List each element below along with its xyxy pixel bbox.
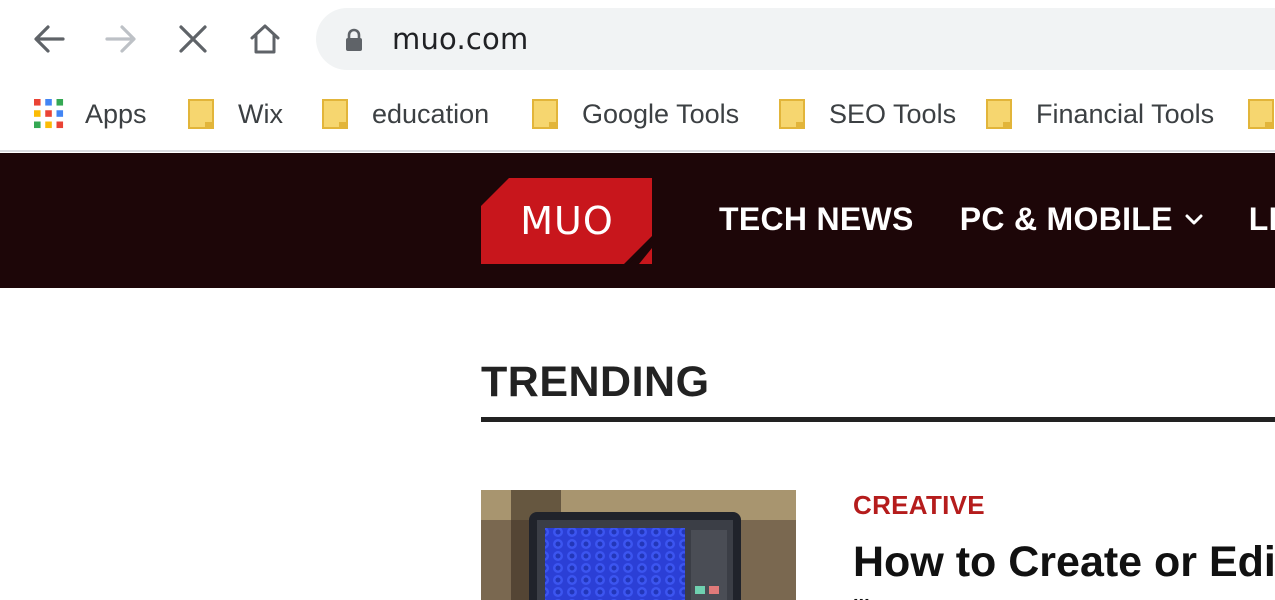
site-header: MUO TECH NEWS PC & MOBILE LI — [0, 153, 1275, 288]
home-icon — [250, 24, 280, 54]
close-icon — [179, 25, 207, 53]
article-title[interactable]: How to Create or Edit — [853, 538, 1275, 587]
bookmark-folder-education[interactable]: education — [320, 94, 489, 134]
home-button[interactable] — [245, 19, 285, 59]
browser-toolbar: muo.com — [0, 0, 1275, 80]
back-button[interactable] — [29, 19, 69, 59]
nav-label: TECH NEWS — [719, 201, 914, 237]
address-url[interactable]: muo.com — [392, 22, 528, 56]
folder-icon — [530, 98, 560, 130]
thumbnail-image — [481, 490, 796, 600]
muo-logo[interactable]: MUO — [481, 178, 652, 264]
bookmark-label: SEO Tools — [829, 98, 957, 129]
bookmark-folder-google-tools[interactable]: Google Tools — [530, 94, 739, 134]
main-nav: TECH NEWS PC & MOBILE LI — [719, 201, 1275, 238]
forward-button[interactable] — [101, 19, 141, 59]
bookmark-label: Financial Tools — [1036, 98, 1215, 129]
section-title: TRENDING — [481, 358, 710, 406]
folder-icon — [777, 98, 807, 130]
apps-grid-icon — [34, 98, 64, 130]
bookmark-apps[interactable]: Apps — [34, 94, 147, 134]
bookmark-folder-financial-tools[interactable]: Financial Tools — [984, 94, 1214, 134]
nav-lifestyle[interactable]: LI — [1249, 201, 1275, 238]
bookmarks-bar: Apps Wix education Google Tools SEO Tool… — [0, 80, 1275, 152]
lock-icon — [346, 28, 362, 51]
article-category[interactable]: CREATIVE — [853, 490, 985, 521]
address-bar[interactable]: muo.com — [316, 8, 1275, 70]
article-thumbnail[interactable] — [481, 490, 796, 600]
bookmark-folder-seo-tools[interactable]: SEO Tools — [777, 94, 956, 134]
nav-label: PC & MOBILE — [959, 201, 1173, 237]
bookmark-label: Google Tools — [582, 98, 740, 129]
folder-icon — [984, 98, 1014, 130]
bookmark-label: Wix — [238, 98, 283, 129]
article-title-continued: ... — [853, 585, 870, 600]
bookmark-folder-wix[interactable]: Wix — [186, 94, 283, 134]
forward-arrow-icon — [105, 25, 136, 53]
stop-button[interactable] — [173, 19, 213, 59]
nav-tech-news[interactable]: TECH NEWS — [719, 201, 914, 238]
nav-label: LI — [1248, 201, 1275, 237]
folder-icon — [320, 98, 350, 130]
folder-icon — [1246, 98, 1275, 130]
back-arrow-icon — [34, 25, 65, 53]
folder-icon — [186, 98, 216, 130]
bookmark-label: Apps — [85, 98, 147, 129]
nav-pc-mobile[interactable]: PC & MOBILE — [960, 201, 1203, 238]
chevron-down-icon — [1185, 214, 1203, 226]
bookmark-folder-overflow[interactable] — [1246, 94, 1275, 134]
bookmark-label: education — [372, 98, 490, 129]
logo-text: MUO — [520, 199, 614, 243]
section-divider — [481, 417, 1275, 422]
